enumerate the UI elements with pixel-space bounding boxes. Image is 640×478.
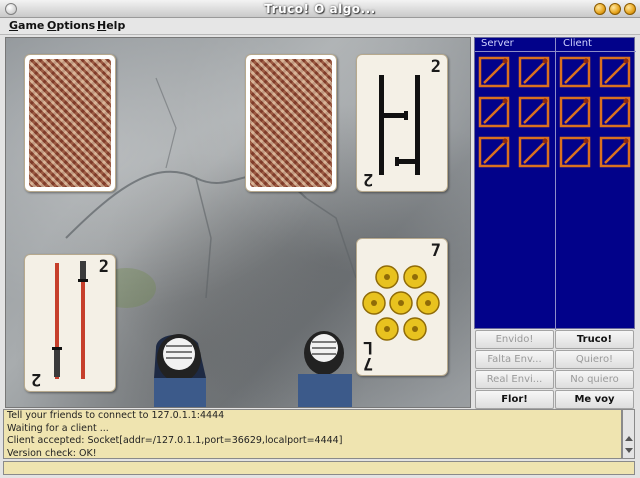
server-label: Server <box>481 38 514 49</box>
player-shoes <box>154 331 352 407</box>
minimize-icon[interactable] <box>594 3 606 15</box>
menu-help[interactable]: Help <box>97 19 125 32</box>
log-line: Tell your friends to connect to 127.0.1.… <box>7 410 225 421</box>
game-table: 2 2 2 2 7 L 7 <box>5 37 471 408</box>
match-stick-icon <box>559 136 591 168</box>
menu-game[interactable]: Game <box>9 19 44 32</box>
score-board: Server Client <box>474 37 636 330</box>
match-stick-icon <box>478 136 510 168</box>
match-stick-icon <box>478 96 510 128</box>
match-stick-icon <box>599 56 631 88</box>
scroll-up-icon[interactable] <box>625 436 633 441</box>
title-bar[interactable]: Truco! O algo... <box>0 0 640 18</box>
right-shoe <box>298 331 352 407</box>
match-stick-icon <box>599 136 631 168</box>
flor-button[interactable]: Flor! <box>475 390 554 409</box>
log-line: Waiting for a client ... <box>7 422 109 434</box>
real-envido-button[interactable]: Real Envi... <box>475 370 554 389</box>
truco-button[interactable]: Truco! <box>555 330 634 349</box>
match-stick-icon <box>559 56 591 88</box>
close-icon[interactable] <box>624 3 636 15</box>
scroll-down-icon[interactable] <box>625 448 633 453</box>
menu-options[interactable]: Options <box>47 19 95 32</box>
menu-bar: Game Options Help <box>0 18 640 35</box>
window-title: Truco! O algo... <box>264 2 376 16</box>
me-voy-button[interactable]: Me voy <box>555 390 634 409</box>
score-column-divider <box>555 38 556 330</box>
log-line: Version check: OK! <box>7 447 97 459</box>
message-log[interactable]: Tell your friends to connect to 127.0.1.… <box>3 409 622 459</box>
match-stick-icon <box>559 96 591 128</box>
no-quiero-button[interactable]: No quiero <box>555 370 634 389</box>
envido-button[interactable]: Envido! <box>475 330 554 349</box>
truco-window: Truco! O algo... Game Options Help 2 2 2… <box>0 0 640 478</box>
quiero-button[interactable]: Quiero! <box>555 350 634 369</box>
match-stick-icon <box>518 136 550 168</box>
match-stick-icon <box>599 96 631 128</box>
log-line: Client accepted: Socket[addr=/127.0.1.1,… <box>7 435 343 446</box>
left-shoe <box>154 334 206 407</box>
match-stick-icon <box>518 96 550 128</box>
maximize-icon[interactable] <box>609 3 621 15</box>
match-stick-icon <box>478 56 510 88</box>
match-stick-icon <box>518 56 550 88</box>
client-label: Client <box>563 38 592 49</box>
chat-input[interactable] <box>3 461 635 475</box>
log-scrollbar[interactable] <box>622 409 635 459</box>
falta-envido-button[interactable]: Falta Env... <box>475 350 554 369</box>
